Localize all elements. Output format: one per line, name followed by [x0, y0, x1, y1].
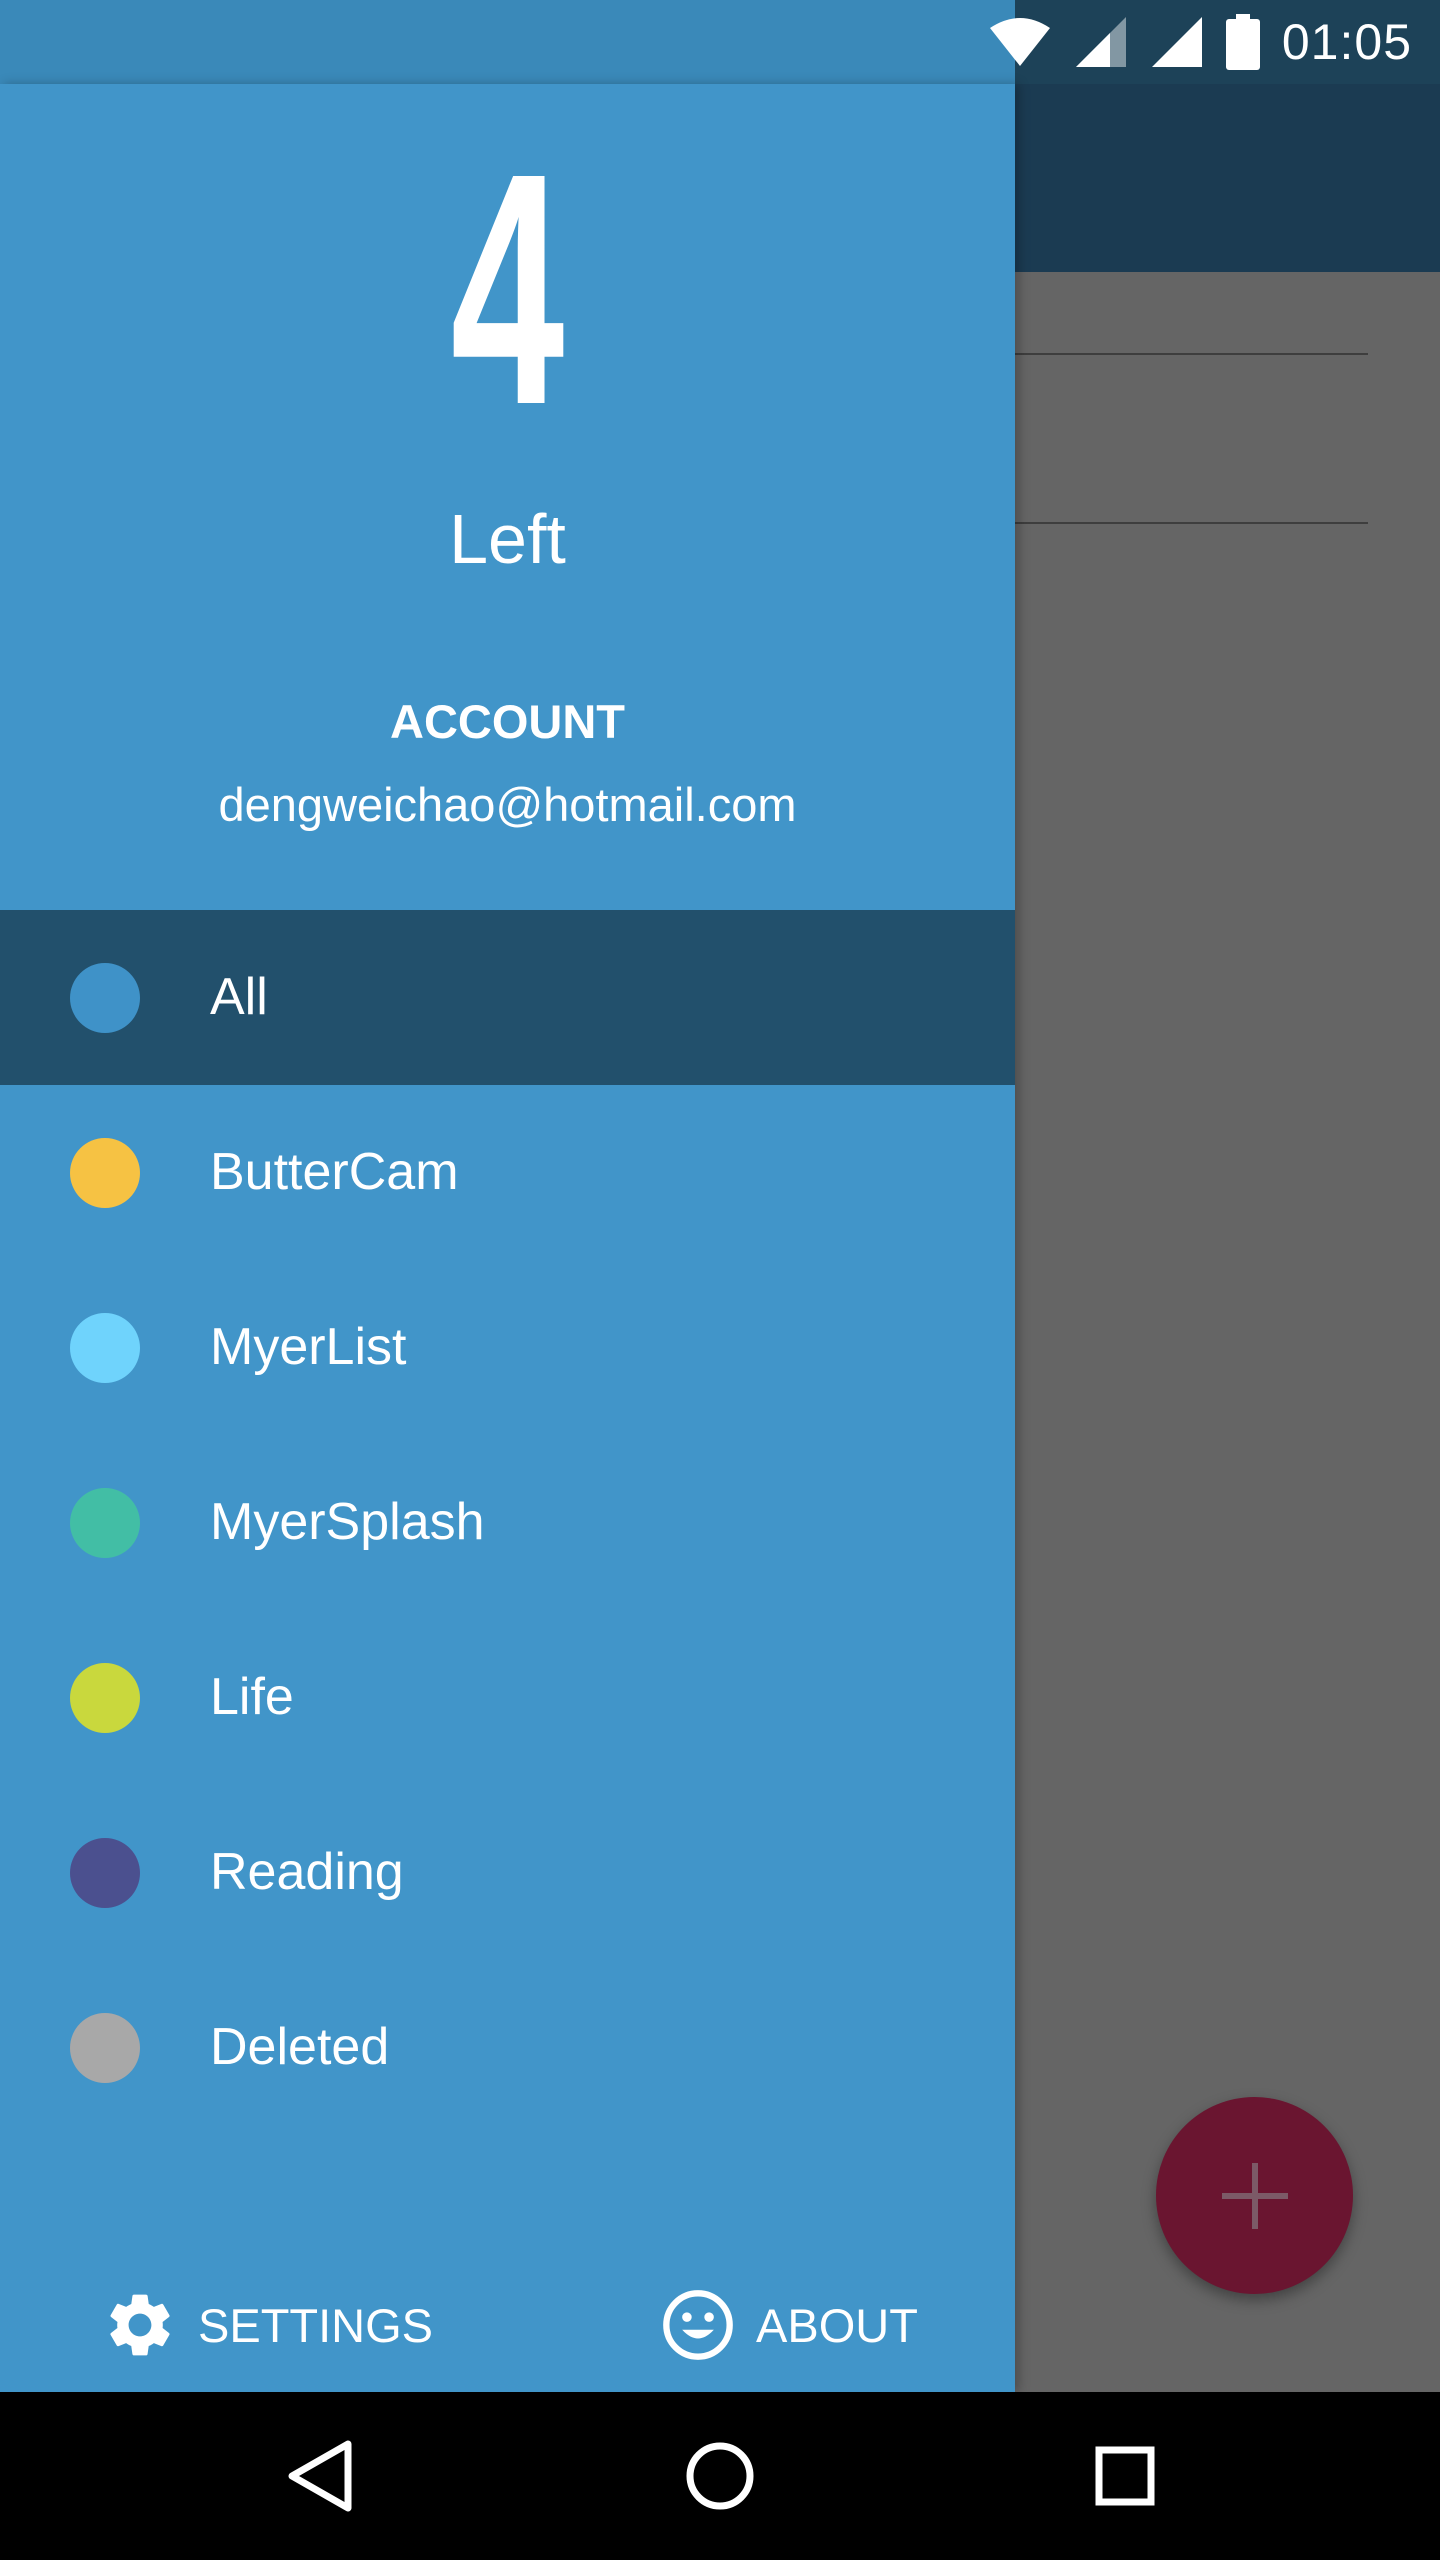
category-label: Life	[210, 1668, 294, 1726]
category-color-dot	[70, 1488, 140, 1558]
category-color-dot	[70, 1838, 140, 1908]
category-color-dot	[70, 1313, 140, 1383]
category-label: Deleted	[210, 2018, 390, 2076]
category-item-deleted[interactable]: Deleted	[0, 1960, 1015, 2135]
category-item-reading[interactable]: Reading	[0, 1785, 1015, 1960]
category-color-dot	[70, 1138, 140, 1208]
recents-icon[interactable]	[1075, 2426, 1175, 2526]
account-email[interactable]: dengweichao@hotmail.com	[0, 777, 1015, 832]
category-label: MyerList	[210, 1318, 407, 1376]
signal-full-icon	[1151, 17, 1202, 67]
category-color-dot	[70, 963, 140, 1033]
list-divider	[1015, 522, 1368, 524]
home-icon[interactable]	[670, 2426, 770, 2526]
category-label: MyerSplash	[210, 1493, 485, 1551]
category-label: Reading	[210, 1843, 404, 1901]
wifi-icon	[989, 18, 1050, 66]
account-title: ACCOUNT	[390, 695, 625, 748]
drawer-footer: SETTINGS ABOUT	[0, 2260, 1015, 2390]
remaining-label: Left	[449, 500, 566, 578]
about-label: ABOUT	[756, 2298, 918, 2352]
category-list: All ButterCam MyerList MyerSplash Life R…	[0, 910, 1015, 2135]
category-label: ButterCam	[210, 1143, 459, 1201]
clock: 01:05	[1281, 14, 1412, 70]
settings-button[interactable]: SETTINGS	[102, 2260, 433, 2390]
category-color-dot	[70, 1663, 140, 1733]
navigation-drawer: 4 Left ACCOUNT dengweichao@hotmail.com A…	[0, 84, 1015, 2392]
category-item-buttercam[interactable]: ButterCam	[0, 1085, 1015, 1260]
remaining-count: 4	[450, 104, 565, 473]
signal-icon	[1075, 17, 1126, 67]
smiley-icon	[663, 2290, 733, 2360]
status-bar: 01:05	[0, 0, 1440, 84]
back-icon[interactable]	[270, 2426, 370, 2526]
category-item-myerlist[interactable]: MyerList	[0, 1260, 1015, 1435]
category-item-myersplash[interactable]: MyerSplash	[0, 1435, 1015, 1610]
category-color-dot	[70, 2013, 140, 2083]
gear-icon	[110, 2294, 170, 2356]
category-item-all[interactable]: All	[0, 910, 1015, 1085]
add-fab-button[interactable]	[1156, 2097, 1353, 2294]
category-item-life[interactable]: Life	[0, 1610, 1015, 1785]
list-divider	[1015, 353, 1368, 355]
settings-label: SETTINGS	[198, 2298, 434, 2352]
system-nav-bar	[0, 2392, 1440, 2560]
category-label: All	[210, 968, 268, 1026]
battery-icon	[1225, 14, 1260, 70]
about-button[interactable]: ABOUT	[660, 2260, 918, 2390]
